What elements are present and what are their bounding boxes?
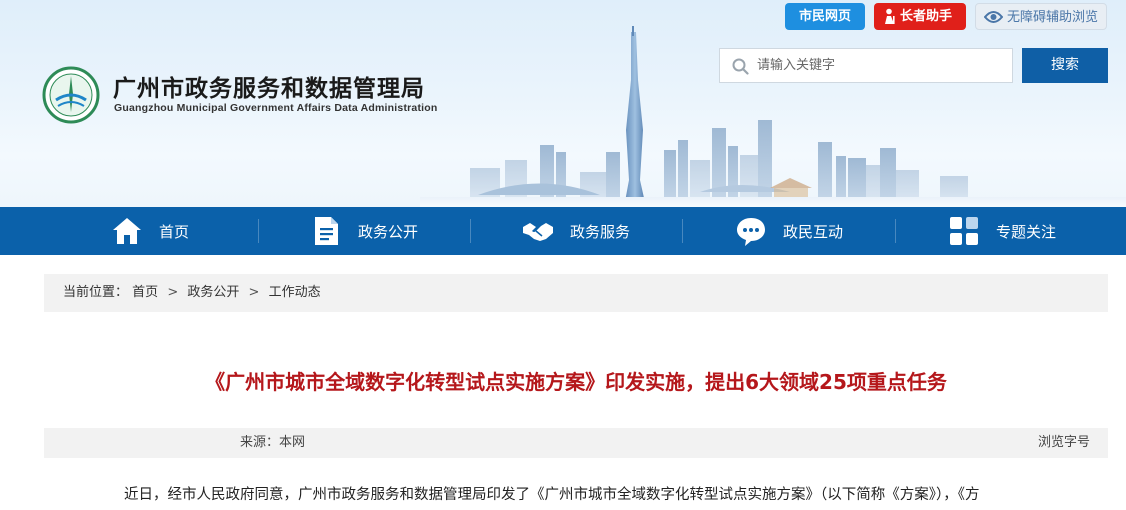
- handshake-icon: [523, 223, 553, 241]
- nav-item-home[interactable]: 首页: [111, 207, 189, 255]
- breadcrumb: 当前位置： 首页 > 政务公开 > 工作动态: [44, 274, 1108, 312]
- elder-assistant-label: 长者助手: [900, 9, 953, 24]
- elder-assistant-button[interactable]: 长者助手: [874, 3, 966, 30]
- nav-divider: [470, 219, 471, 243]
- search-input[interactable]: [757, 49, 1007, 82]
- nav-label: 政务公开: [358, 222, 419, 241]
- document-icon: [315, 217, 338, 245]
- nav-divider: [682, 219, 683, 243]
- nav-item-government-services[interactable]: 政务服务: [522, 207, 630, 255]
- breadcrumb-home[interactable]: 首页: [132, 285, 158, 300]
- search-box: [719, 48, 1013, 83]
- breadcrumb-government-affairs[interactable]: 政务公开: [187, 285, 239, 300]
- search-button[interactable]: 搜索: [1022, 48, 1108, 83]
- article-title: 《广州市城市全域数字化转型试点实施方案》印发实施，提出6大领域25项重点任务: [205, 370, 947, 394]
- main-nav: 首页 政务公开 政务服务 政民互动 专题关注: [0, 207, 1126, 255]
- nav-label: 政民互动: [783, 222, 844, 241]
- search-icon: [732, 58, 749, 75]
- nav-label: 专题关注: [996, 222, 1057, 241]
- nav-item-special-topics[interactable]: 专题关注: [948, 207, 1056, 255]
- elder-person-icon: [885, 8, 895, 24]
- font-size-control[interactable]: 浏览字号: [1038, 428, 1090, 458]
- breadcrumb-prefix: 当前位置：: [63, 285, 129, 300]
- article-meta-bar: 来源：本网 浏览字号: [44, 428, 1108, 458]
- eye-icon: [984, 11, 1003, 23]
- nav-label: 首页: [159, 222, 190, 241]
- breadcrumb-work-news[interactable]: 工作动态: [269, 285, 321, 300]
- site-header: 广州市政务服务和数据管理局 Guangzhou Municipal Govern…: [0, 0, 1126, 207]
- bureau-logo: [42, 66, 100, 124]
- nav-item-citizen-interaction[interactable]: 政民互动: [735, 207, 843, 255]
- accessibility-button[interactable]: 无障碍辅助浏览: [975, 3, 1107, 30]
- chat-icon: [737, 218, 765, 246]
- site-subtitle: Guangzhou Municipal Government Affairs D…: [114, 102, 438, 114]
- article-body-paragraph: 近日，经市人民政府同意，广州市政务服务和数据管理局印发了《广州市城市全域数字化转…: [124, 487, 980, 503]
- home-icon: [113, 218, 141, 244]
- accessibility-label: 无障碍辅助浏览: [1007, 10, 1099, 25]
- citizen-web-button[interactable]: 市民网页: [785, 3, 865, 30]
- nav-divider: [895, 219, 896, 243]
- nav-divider: [258, 219, 259, 243]
- article-source: 来源：本网: [240, 435, 306, 450]
- site-title: 广州市政务服务和数据管理局: [113, 76, 425, 102]
- breadcrumb-separator: >: [248, 285, 260, 300]
- nav-label: 政务服务: [570, 222, 631, 241]
- nav-item-government-affairs[interactable]: 政务公开: [310, 207, 418, 255]
- breadcrumb-separator: >: [167, 285, 179, 300]
- grid-icon: [950, 217, 978, 245]
